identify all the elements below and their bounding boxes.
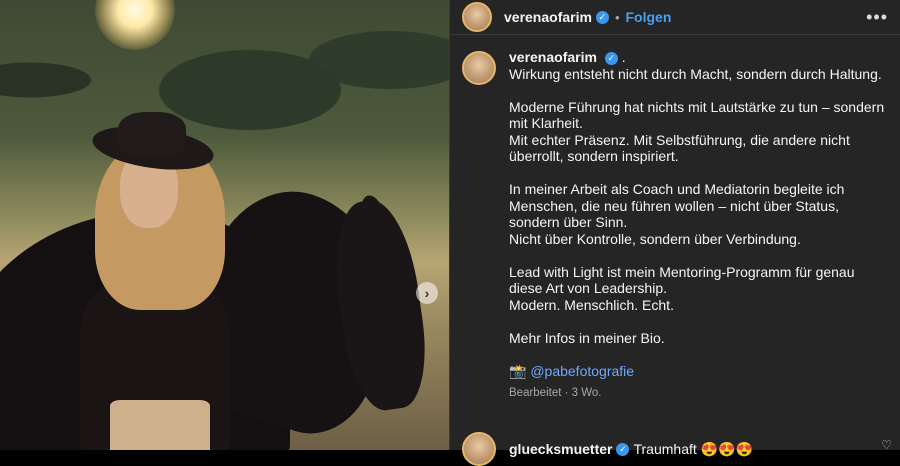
caption-line: Modern. Menschlich. Echt. [509,296,674,313]
caption: verenaofarim ✓ . Wirkung entsteht nicht … [450,35,900,402]
chevron-right-icon: › [424,285,430,301]
author-username[interactable]: verenaofarim [504,9,592,25]
post-side-panel: verenaofarim ✓ • Folgen ••• verenaofarim… [449,0,900,466]
photo-credit: 📸 @pabefotografie [509,363,888,380]
carousel-next-button[interactable]: › [416,282,438,304]
more-options-icon[interactable]: ••• [866,7,888,28]
caption-line: Nicht über Kontrolle, sondern über Verbi… [509,230,801,247]
caption-line: Mehr Infos in meiner Bio. [509,329,665,346]
header-separator: • [614,9,620,25]
follow-button[interactable]: Folgen [626,9,672,25]
caption-line: Moderne Führung hat nichts mit Lautstärk… [509,98,885,132]
caption-avatar[interactable] [462,51,496,85]
caption-body: verenaofarim ✓ . Wirkung entsteht nicht … [509,49,888,402]
post-header: verenaofarim ✓ • Folgen ••• [450,0,900,35]
verified-badge-icon: ✓ [595,10,609,24]
camera-icon: 📸 [509,362,527,379]
post-modal: › verenaofarim ✓ • Folgen ••• verenaofar… [0,0,900,466]
caption-line: In meiner Arbeit als Coach und Mediatori… [509,181,845,230]
woman-skirt [110,400,210,450]
post-photo[interactable]: › [0,0,449,450]
verified-badge-icon: ✓ [616,442,630,456]
caption-line: Wirkung entsteht nicht durch Macht, sond… [509,65,882,82]
comment: gluecksmuetter ✓ Traumhaft 😍😍😍 [462,432,753,466]
comment-text: Traumhaft 😍😍😍 [633,440,753,457]
forest-background [0,0,449,200]
credit-mention-link[interactable]: @pabefotografie [530,363,634,379]
commenter-username[interactable]: gluecksmuetter [509,441,612,457]
verified-badge-icon: ✓ [604,51,618,65]
woman-hat-top [118,112,186,154]
commenter-avatar[interactable] [462,432,496,466]
post-meta: Bearbeitet · 3 Wo. [509,387,602,399]
caption-username[interactable]: verenaofarim [509,49,597,65]
caption-line: Mit echter Präsenz. Mit Selbstführung, d… [509,131,850,165]
caption-line: Lead with Light ist mein Mentoring-Progr… [509,263,855,297]
author-avatar[interactable] [462,2,492,32]
caption-suffix: . [621,49,626,65]
